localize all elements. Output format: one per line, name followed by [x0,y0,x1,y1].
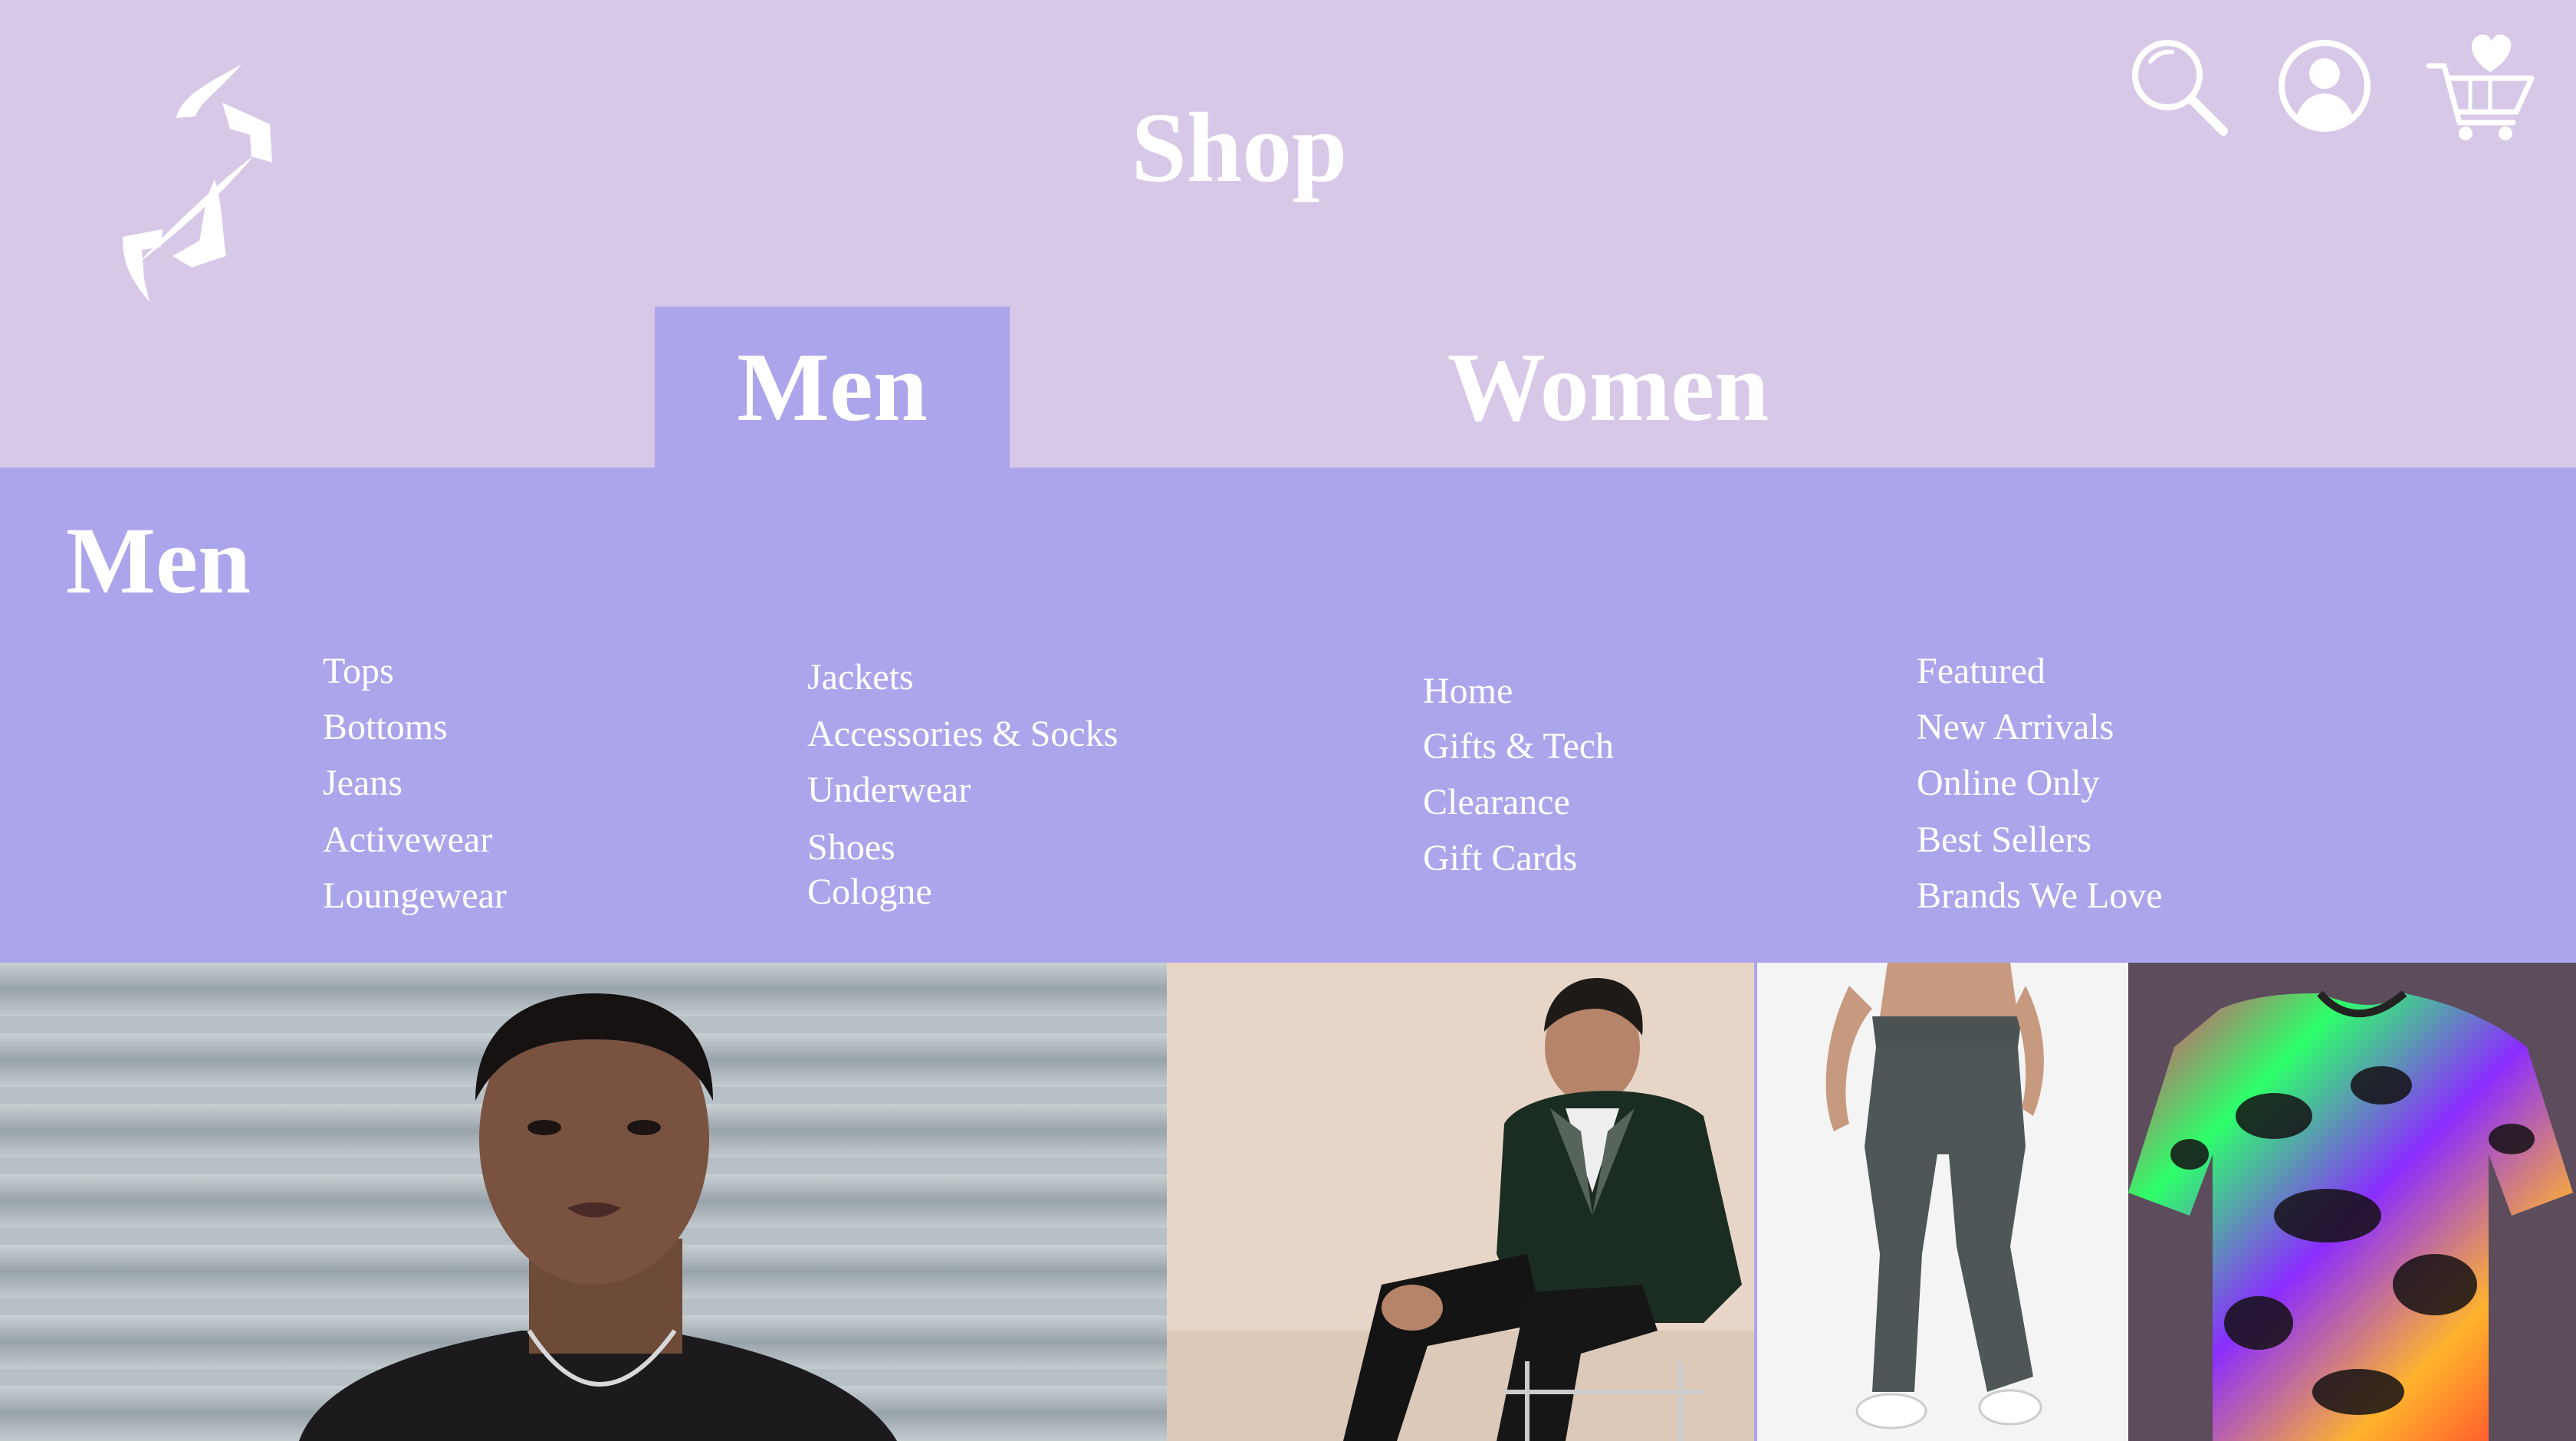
photo-neon-print-tshirt-image [2128,963,2576,1441]
menu-link-cologne[interactable]: Cologne [807,874,932,911]
user-account-icon[interactable] [2277,38,2373,134]
menu-link-new-arrivals[interactable]: New Arrivals [1917,709,2114,746]
photo-grey-joggers-image [1757,963,2128,1441]
menu-link-clearance[interactable]: Clearance [1423,784,1570,821]
photo-man-portrait[interactable] [0,963,1167,1441]
search-icon[interactable] [2128,35,2231,139]
photo-man-portrait-image [0,963,1167,1441]
mega-menu-panel: Men Tops Bottoms Jeans Activewear Lounge… [0,468,2576,963]
menu-title: Men [66,508,251,613]
tab-men[interactable]: Men [655,307,1010,468]
cart-heart-icon[interactable] [2423,29,2538,144]
product-photo-strip [0,963,2576,1441]
menu-link-brands-we-love[interactable]: Brands We Love [1917,878,2163,914]
menu-link-gift-cards[interactable]: Gift Cards [1423,840,1577,877]
menu-link-featured[interactable]: Featured [1917,653,2045,690]
menu-link-shoes[interactable]: Shoes [807,829,895,866]
menu-link-jackets[interactable]: Jackets [807,659,914,696]
menu-link-accessories-socks[interactable]: Accessories & Socks [807,716,1118,753]
photo-man-velvet-blazer-image [1167,963,1754,1441]
menu-link-gifts-tech[interactable]: Gifts & Tech [1423,728,1614,765]
menu-link-jeans[interactable]: Jeans [323,765,402,802]
menu-link-underwear[interactable]: Underwear [807,772,971,809]
photo-grey-joggers[interactable] [1754,963,2128,1441]
menu-link-loungewear[interactable]: Loungewear [323,878,507,914]
header: Shop Men Women [0,0,2576,468]
menu-link-online-only[interactable]: Online Only [1917,765,2100,802]
menu-link-bottoms[interactable]: Bottoms [323,709,448,746]
menu-link-best-sellers[interactable]: Best Sellers [1917,822,2091,858]
menu-link-home[interactable]: Home [1423,673,1513,710]
menu-link-tops[interactable]: Tops [323,653,394,690]
page-title: Shop [1131,93,1348,203]
photo-neon-print-tshirt[interactable] [2128,963,2576,1441]
photo-man-velvet-blazer[interactable] [1167,963,1754,1441]
menu-link-activewear[interactable]: Activewear [323,822,492,858]
tab-women[interactable]: Women [1388,307,1829,468]
